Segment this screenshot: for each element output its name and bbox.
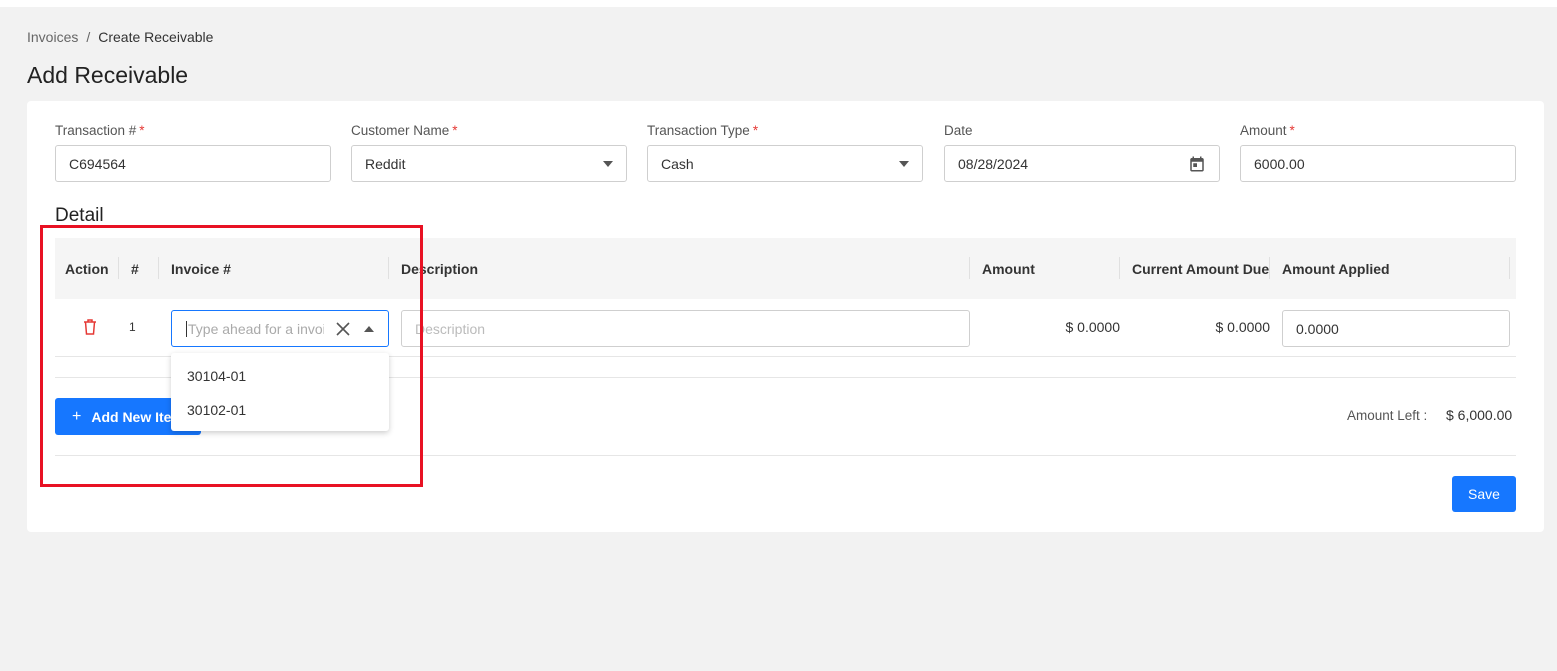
amount-input[interactable]: 6000.00 [1240,145,1516,182]
row-amount: $ 0.0000 [1065,319,1121,335]
chevron-down-icon [603,160,613,167]
column-divider [388,257,389,279]
description-input[interactable] [401,310,970,347]
column-divider [1509,257,1510,279]
column-divider [969,257,970,279]
detail-table-header: Action # Invoice # Description Amount Cu… [55,238,1516,299]
invoice-search-input[interactable] [186,320,324,337]
dropdown-option[interactable]: 30102-01 [171,393,389,427]
breadcrumb-separator: / [86,29,91,45]
breadcrumb: Invoices / Create Receivable [27,29,213,45]
dropdown-option[interactable]: 30104-01 [171,359,389,393]
calendar-icon[interactable] [1188,155,1206,173]
plus-icon: + [72,407,82,425]
col-description: Description [401,260,479,277]
chevron-down-icon [899,160,909,167]
trash-icon[interactable] [82,318,98,336]
close-icon[interactable] [336,321,350,336]
col-invoice: Invoice # [171,260,231,277]
save-button[interactable]: Save [1452,476,1516,512]
date-input[interactable]: 08/28/2024 [944,145,1220,182]
column-divider [118,257,119,279]
customer-select[interactable]: Reddit [351,145,627,182]
row-current-due: $ 0.0000 [1215,319,1271,335]
breadcrumb-invoices-link[interactable]: Invoices [27,29,78,45]
column-divider [1269,257,1270,279]
transaction-label: Transaction # * [55,123,145,138]
chevron-up-icon[interactable] [364,325,374,332]
amount-left-label: Amount Left : [1347,408,1428,423]
breadcrumb-current: Create Receivable [98,29,214,45]
transaction-input[interactable]: C694564 [55,145,331,182]
date-label: Date [944,123,973,138]
page-title: Add Receivable [27,62,189,88]
column-divider [1119,257,1120,279]
invoice-typeahead[interactable] [171,310,389,347]
amount-applied-input[interactable]: 0.0000 [1282,310,1510,347]
column-divider [158,257,159,279]
invoice-dropdown-menu: 30104-01 30102-01 [171,353,389,431]
transaction-type-select[interactable]: Cash [647,145,923,182]
col-applied: Amount Applied [1282,260,1390,277]
customer-label: Customer Name * [351,123,458,138]
amount-left-value: $ 6,000.00 [1446,407,1513,423]
footer-divider [55,455,1516,456]
detail-title: Detail [55,205,104,226]
transaction-type-label: Transaction Type * [647,123,759,138]
col-current-due: Current Amount Due [1132,260,1270,277]
row-number: 1 [129,320,136,334]
col-amount: Amount [982,260,1035,277]
top-strip [0,0,1557,7]
amount-label: Amount * [1240,123,1295,138]
col-num: # [131,260,139,277]
col-action: Action [65,260,109,277]
